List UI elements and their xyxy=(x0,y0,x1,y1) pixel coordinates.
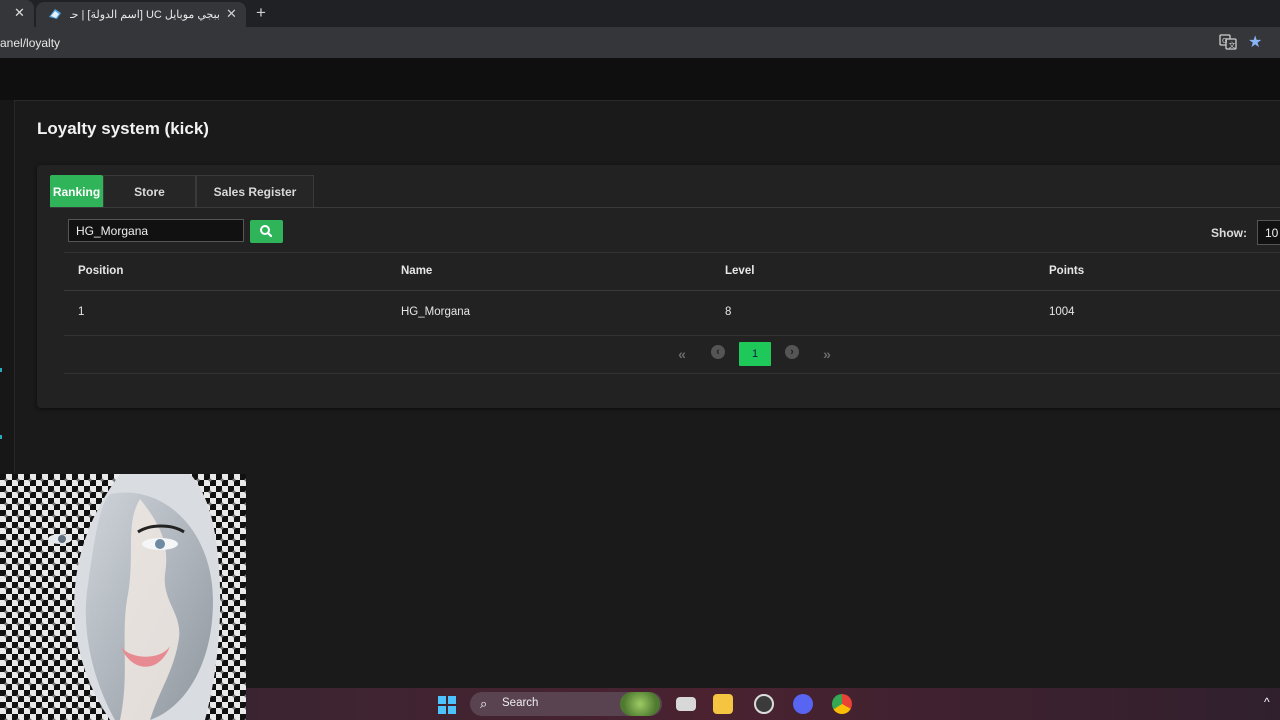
show-entries-select[interactable]: 10 xyxy=(1257,220,1280,245)
last-page-button[interactable]: » xyxy=(816,343,838,365)
site-top-nav xyxy=(0,58,1280,101)
address-bar[interactable]: anel/loyalty G 文 ★ xyxy=(0,27,1280,59)
new-tab-button[interactable]: + xyxy=(256,3,266,23)
svg-text:文: 文 xyxy=(1229,41,1236,50)
search-button[interactable] xyxy=(250,220,283,243)
column-header-name[interactable]: Name xyxy=(401,265,432,277)
browser-tab-active[interactable]: ببجي موبايل UC [اسم الدولة] | حـ ✕ xyxy=(36,2,246,27)
browser-tab-bar: ✕ ببجي موبايل UC [اسم الدولة] | حـ ✕ + xyxy=(0,0,1280,27)
app-icon[interactable] xyxy=(754,694,774,714)
page-button-current[interactable]: 1 xyxy=(739,342,771,366)
cell-points: 1004 xyxy=(1049,306,1075,318)
column-header-points[interactable]: Points xyxy=(1049,265,1084,277)
browser-tab-previous[interactable]: ✕ xyxy=(0,0,34,27)
close-icon[interactable]: ✕ xyxy=(226,6,237,22)
tab-sales-register[interactable]: Sales Register xyxy=(196,175,314,207)
sidebar-indicator xyxy=(0,368,2,372)
cell-position: 1 xyxy=(78,306,85,318)
show-entries-label: Show: xyxy=(1211,226,1247,240)
pagination: « ‹ 1 › » xyxy=(64,335,1280,374)
chrome-icon[interactable] xyxy=(832,694,852,714)
search-icon xyxy=(260,225,273,238)
windows-start-icon[interactable] xyxy=(438,696,456,714)
column-header-position[interactable]: Position xyxy=(78,265,123,277)
table-header: Position Name Level Points xyxy=(64,252,1280,291)
task-view-icon[interactable] xyxy=(676,697,696,711)
windows-taskbar: ⌕ Search ^ xyxy=(246,688,1280,720)
search-input[interactable] xyxy=(68,219,244,242)
cell-level: 8 xyxy=(725,306,732,318)
search-highlight-image xyxy=(620,692,660,716)
close-icon[interactable]: ✕ xyxy=(14,5,25,21)
first-page-button[interactable]: « xyxy=(671,343,693,365)
loyalty-panel: Ranking Store Sales Register Show: 10 Po… xyxy=(37,165,1280,408)
previous-page-icon[interactable]: ‹ xyxy=(711,345,725,359)
cell-name: HG_Morgana xyxy=(401,306,471,318)
file-explorer-icon[interactable] xyxy=(713,694,733,714)
url-text[interactable]: anel/loyalty xyxy=(0,36,60,50)
tab-ranking[interactable]: Ranking xyxy=(50,175,103,207)
tab-list: Ranking Store Sales Register xyxy=(50,175,1280,208)
translate-icon[interactable]: G 文 xyxy=(1219,34,1237,50)
next-page-icon[interactable]: › xyxy=(785,345,799,359)
discord-icon[interactable] xyxy=(793,694,813,714)
search-icon: ⌕ xyxy=(480,696,488,711)
tab-store[interactable]: Store xyxy=(103,175,196,207)
page-title: Loyalty system (kick) xyxy=(37,119,209,138)
sidebar-indicator xyxy=(0,435,2,439)
table-row: 1 HG_Morgana 8 1004 xyxy=(64,289,1280,336)
portrait-photo xyxy=(0,474,246,720)
site-favicon-icon xyxy=(49,9,61,19)
taskbar-search-label: Search xyxy=(502,697,539,709)
portrait-image xyxy=(0,474,246,720)
chevron-up-icon[interactable]: ^ xyxy=(1264,695,1270,709)
taskbar-search-box[interactable]: ⌕ Search xyxy=(470,692,662,716)
svg-text:G: G xyxy=(1222,37,1227,45)
column-header-level[interactable]: Level xyxy=(725,265,754,277)
tab-title: ببجي موبايل UC [اسم الدولة] | حـ xyxy=(70,9,220,21)
bookmark-star-icon[interactable]: ★ xyxy=(1248,32,1262,52)
